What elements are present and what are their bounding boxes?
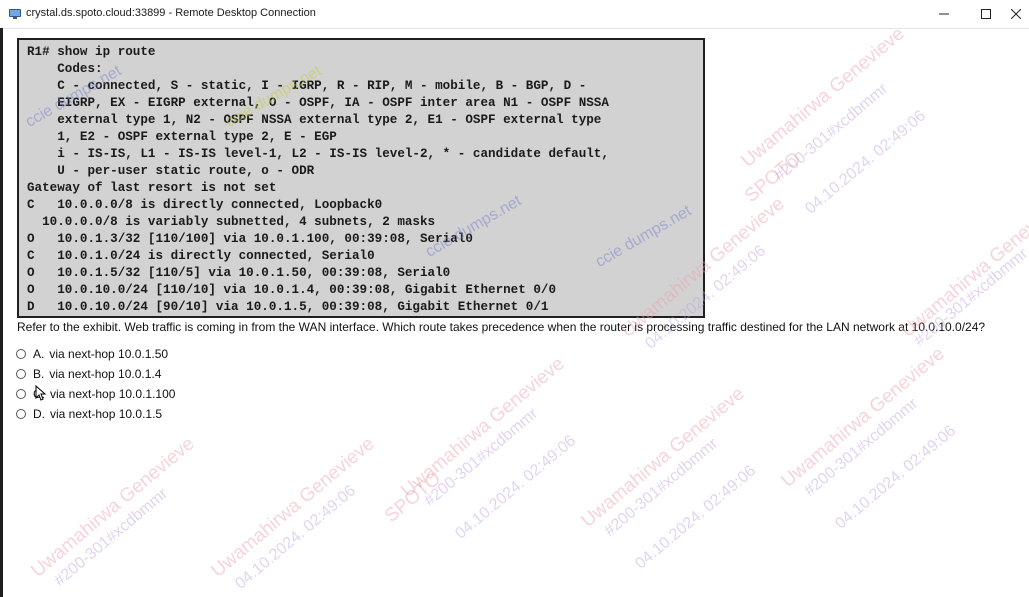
answer-option-d[interactable]: D. via next-hop 10.0.1.5 [16,406,162,422]
watermark-date: 04.10.2024. 02:49:06 [832,422,960,533]
radio-button[interactable] [16,389,26,399]
option-letter: D. [33,407,45,421]
exhibit-line: O 10.0.10.0/24 [110/10] via 10.0.1.4, 00… [27,283,557,297]
exhibit-line: C - connected, S - static, I - IGRP, R -… [27,79,587,93]
watermark-code: #200-301#xcdbmmr [911,245,1029,350]
routing-table-output: R1# show ip route Codes: C - connected, … [19,40,703,316]
radio-button[interactable] [16,349,26,359]
window-titlebar: crystal.ds.spoto.cloud:33899 - Remote De… [0,0,1029,29]
question-text: Refer to the exhibit. Web traffic is com… [17,320,986,334]
watermark-code: #200-301#xcdbmmr [51,485,172,590]
exhibit-line: R1# show ip route [27,45,156,59]
minimize-icon [939,13,949,15]
maximize-icon [981,9,991,19]
option-label: via next-hop 10.0.1.50 [49,347,169,361]
exhibit-line: Codes: [27,62,103,76]
option-letter: A. [33,347,45,361]
watermark-name: Uwamahirwa Genevieve [27,433,199,582]
watermark-name: Uwamahirwa Genevieve [577,383,749,532]
watermark-name: Uwamahirwa Genevieve [207,433,379,582]
mouse-cursor-icon [35,385,47,401]
watermark-name: Uwamahirwa Genevieve [737,28,909,172]
window-title: crystal.ds.spoto.cloud:33899 - Remote De… [26,7,316,19]
watermark-code: #200-301#xcdbmmr [801,395,922,500]
watermark-date: 04.10.2024. 02:49:06 [632,462,760,573]
exhibit-line: C 10.0.0.0/8 is directly connected, Loop… [27,198,383,212]
exhibit-line: external type 1, N2 - OSPF NSSA external… [27,113,602,127]
window-left-edge [0,28,3,597]
option-label: via next-hop 10.0.1.5 [50,407,163,421]
watermark-brand: SPOTO [380,468,446,527]
close-button[interactable] [1002,0,1029,28]
option-label: via next-hop 10.0.1.4 [49,367,162,381]
watermark-date: 04.10.2024. 02:49:06 [452,432,580,543]
exhibit-line: 10.0.0.0/8 is variably subnetted, 4 subn… [27,215,436,229]
answer-option-b[interactable]: B. via next-hop 10.0.1.4 [16,366,161,382]
watermark-name: Uwamahirwa Genevieve [777,343,949,492]
watermark-code: #200-301#xcdbmmr [771,80,892,185]
exhibit-line: O 10.0.1.5/32 [110/5] via 10.0.1.50, 00:… [27,266,451,280]
exhibit-image: R1# show ip route Codes: C - connected, … [17,38,705,318]
exhibit-line: EIGRP, EX - EIGRP external, O - OSPF, IA… [27,96,609,110]
option-letter: B. [33,367,45,381]
exhibit-line: U - per-user static route, o - ODR [27,164,315,178]
watermark-code: #200-301#xcdbmmr [601,435,722,540]
exhibit-line: C 10.0.1.0/24 is directly connected, Ser… [27,249,375,263]
exhibit-line: O 10.0.1.3/32 [110/100] via 10.0.1.100, … [27,232,473,246]
minimize-button[interactable] [921,0,967,28]
watermark-code: #200-301#xcdbmmr [421,405,542,510]
exhibit-line: D 10.0.10.0/24 [90/10] via 10.0.1.5, 00:… [27,300,549,314]
watermark-date: 04.10.2024. 02:49:06 [232,482,360,593]
option-label: via next-hop 10.0.1.100 [50,387,176,401]
remote-desktop-icon [9,9,21,19]
watermark-name: Uwamahirwa Genevieve [897,193,1029,342]
radio-button[interactable] [16,409,26,419]
watermark-date: 04.10.2024. 02:49:06 [802,107,930,218]
exhibit-line: Gateway of last resort is not set [27,181,277,195]
watermark-name: Uwamahirwa Genevieve [397,353,569,502]
exhibit-line: 1, E2 - OSPF external type 2, E - EGP [27,130,337,144]
exhibit-line: i - IS-IS, L1 - IS-IS level-1, L2 - IS-I… [27,147,609,161]
radio-button[interactable] [16,369,26,379]
close-icon [1010,9,1021,19]
watermark-brand: SPOTO [740,148,806,207]
answer-option-a[interactable]: A. via next-hop 10.0.1.50 [16,346,168,362]
